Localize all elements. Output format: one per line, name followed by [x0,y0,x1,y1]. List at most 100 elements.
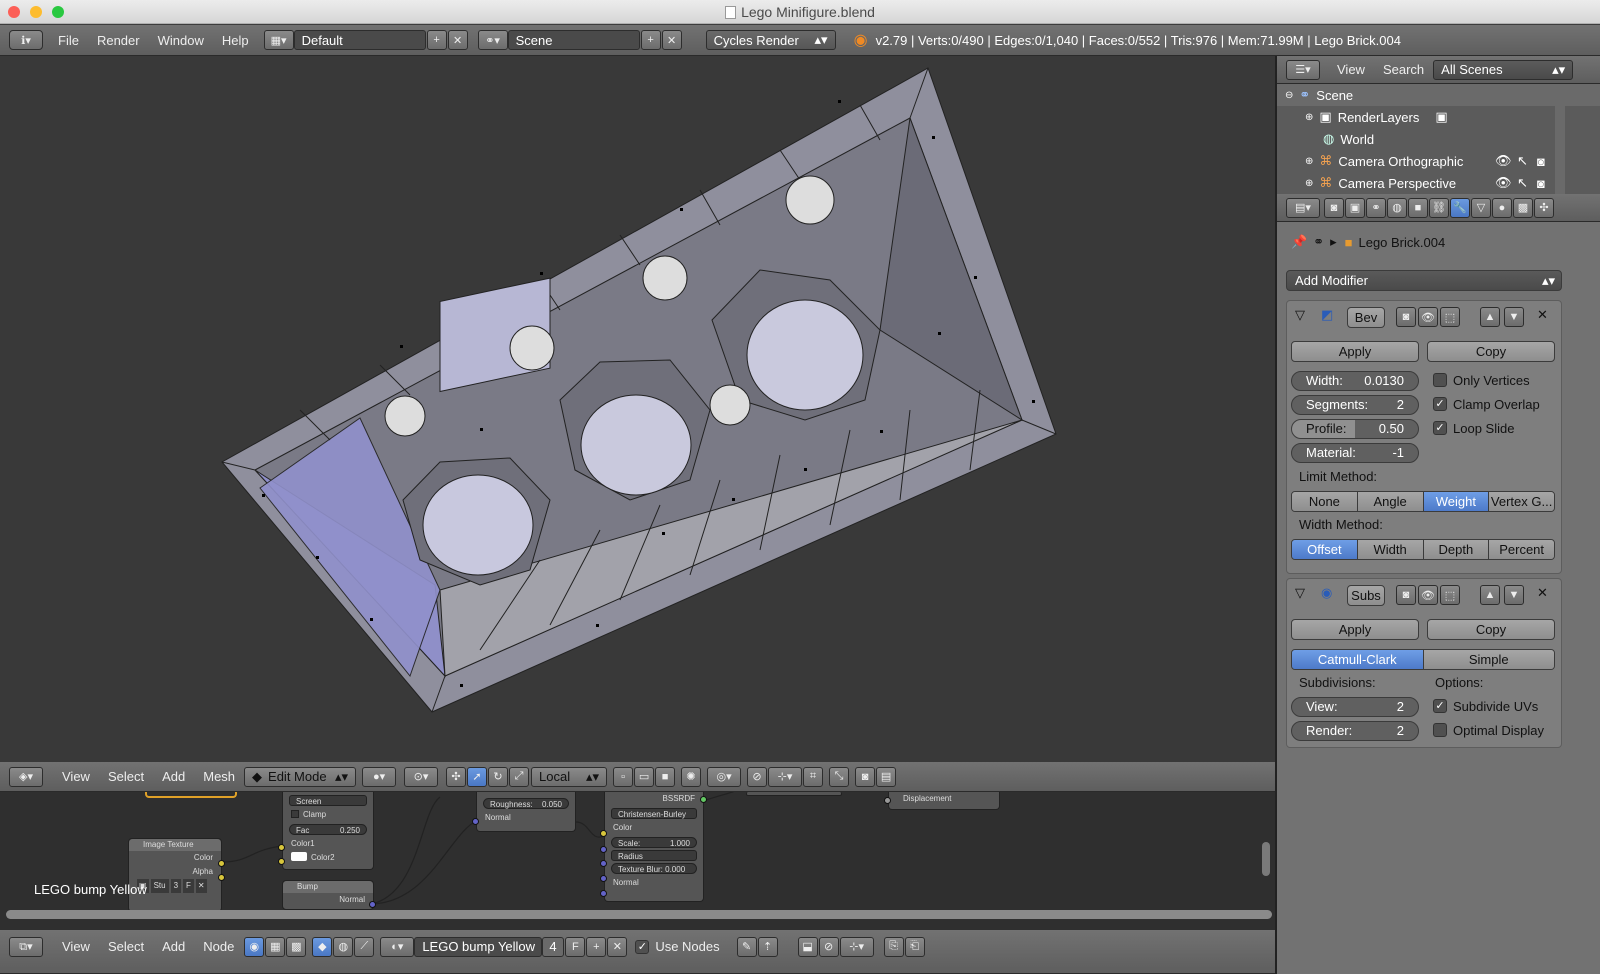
render-tab-icon[interactable]: ◙ [1324,197,1344,218]
image-color-socket[interactable] [218,860,225,867]
width-width-option[interactable]: Width [1357,540,1424,559]
selected-node-fragment[interactable] [145,792,237,798]
bevel-name-field[interactable]: Bev [1347,307,1385,328]
renderlayers-tab-icon[interactable]: ▣ [1345,197,1365,218]
menu-render[interactable]: Render [88,33,149,48]
modifiers-tab-icon[interactable]: 🔧 [1450,197,1470,218]
bevel-copy-button[interactable]: Copy [1427,341,1555,362]
bevel-editmode-toggle-icon[interactable]: ⬚ [1440,307,1460,327]
shading-icon[interactable]: ●▾ [362,766,397,787]
subsurf-viewport-toggle-icon[interactable]: 👁 [1418,585,1438,605]
camera-render-icon[interactable]: ◙ [855,766,876,787]
object-shader-icon[interactable]: ◆ [312,936,333,957]
scale-icon[interactable]: ⤢ [509,766,530,787]
constraints-tab-icon[interactable]: ⛓ [1429,197,1449,218]
limit-weight-option[interactable]: Weight [1423,492,1490,511]
render-preview-icon[interactable]: ⤡ [829,766,850,787]
node-scroll-vertical[interactable] [1262,842,1270,876]
node-scroll-horizontal[interactable] [6,910,1272,919]
loop-slide-checkbox[interactable]: ✓ [1433,421,1447,435]
simple-option[interactable]: Simple [1423,650,1554,669]
camera-persp-select-icon[interactable]: ↖ [1517,175,1528,191]
mix-fac-field[interactable]: Fac 0.250 [289,824,367,835]
menu-add[interactable]: Add [153,769,194,784]
node-mix-rgb[interactable]: Screen Clamp Fac 0.250 Color1 Color2 [282,792,374,870]
edge-select-icon[interactable]: ▭ [634,766,655,787]
node-editor[interactable]: Image Texture Color Alpha ▣ Stu 3 F ✕ Sc… [0,792,1275,930]
screen-layout-icon[interactable]: ▦▾ [263,30,294,50]
bssrdf-scale-field[interactable]: Scale: 1.000 [611,837,697,848]
limit-angle-option[interactable]: Angle [1357,492,1424,511]
line-style-icon[interactable]: ⟋ [354,936,375,957]
bevel-segments-field[interactable]: Segments: 2 [1291,395,1419,415]
occlude-icon[interactable]: ✺ [681,766,702,787]
subsurf-name-field[interactable]: Subs [1347,585,1385,606]
camera-ortho-visibility-icon[interactable]: 👁 [1495,153,1512,169]
add-scene-icon[interactable]: + [640,30,661,50]
outliner-filter-select[interactable]: All Scenes ▴▾ [1433,59,1574,80]
node-bump[interactable]: Bump Normal [282,880,374,910]
limit-method-selector[interactable]: None Angle Weight Vertex G... [1291,491,1555,512]
bssrdf-scale-socket[interactable] [600,846,607,853]
world-shader-icon[interactable]: ◍ [333,936,354,957]
compositing-nodes-icon[interactable]: ▦ [265,936,286,957]
mix-clamp-row[interactable]: Clamp [283,808,373,822]
remove-screen-icon[interactable]: ✕ [447,30,468,50]
orientation-select[interactable]: Local ▴▾ [531,766,608,787]
subsurf-collapse-icon[interactable]: ▽ [1295,585,1305,601]
object-tab-icon[interactable]: ■ [1408,197,1428,218]
bevel-apply-button[interactable]: Apply [1291,341,1419,362]
bevel-material-field[interactable]: Material: -1 [1291,443,1419,463]
bssrdf-falloff-select[interactable]: Christensen-Burley [611,808,697,819]
remove-scene-icon[interactable]: ✕ [661,30,682,50]
subsurf-view-field[interactable]: View: 2 [1291,697,1419,717]
menu-window[interactable]: Window [149,33,213,48]
displacement-socket[interactable] [884,797,891,804]
3d-editor-type-icon[interactable]: ◈▾ [9,766,43,787]
outliner-item-camera-ortho[interactable]: ⊕ ⌘ Camera Orthographic 👁 ↖ ◙ [1277,150,1600,172]
mix-blend-select[interactable]: Screen [289,795,367,806]
subsurf-copy-button[interactable]: Copy [1427,619,1555,640]
bevel-width-field[interactable]: Width: 0.0130 [1291,371,1419,391]
bevel-render-toggle-icon[interactable]: ◙ [1396,307,1416,327]
bevel-collapse-icon[interactable]: ▽ [1295,307,1305,323]
outliner-scrollbar[interactable] [1555,90,1565,210]
subsurf-render-field[interactable]: Render: 2 [1291,721,1419,741]
mode-select[interactable]: ◆ Edit Mode ▴▾ [244,766,357,787]
width-percent-option[interactable]: Percent [1489,540,1554,559]
world-tab-icon[interactable]: ◍ [1387,197,1407,218]
vertex-select-icon[interactable]: ▫ [613,766,634,787]
camera-ortho-select-icon[interactable]: ↖ [1517,153,1528,169]
subsurf-render-toggle-icon[interactable]: ◙ [1396,585,1416,605]
only-vertices-checkbox[interactable] [1433,373,1447,387]
outliner-menu-search[interactable]: Search [1374,62,1433,77]
close-window-button[interactable] [8,6,20,18]
paste-nodes-icon[interactable]: ⎗ [904,936,925,957]
bevel-move-up-icon[interactable]: ▲ [1480,307,1500,327]
snap-target-icon[interactable]: ⌗ [803,766,824,787]
subsurf-remove-icon[interactable]: ✕ [1537,585,1548,601]
node-subsurface[interactable]: BSSRDF Christensen-Burley Color Scale: 1.… [604,792,704,902]
image-open-icon[interactable]: ✕ [195,879,207,893]
bssrdf-blur-socket[interactable] [600,875,607,882]
node-output-fragment[interactable] [746,792,842,796]
outliner-item-scene[interactable]: ⊖ ⚭ Scene [1277,84,1600,106]
width-method-selector[interactable]: Offset Width Depth Percent [1291,539,1555,560]
bssrdf-normal-socket[interactable] [600,890,607,897]
bevel-move-down-icon[interactable]: ▼ [1504,307,1524,327]
minimize-window-button[interactable] [30,6,42,18]
outliner-item-renderlayers[interactable]: ⊕ ▣ RenderLayers ▣ [1277,106,1600,128]
limit-vertex-group-option[interactable]: Vertex G... [1489,492,1554,511]
node-displacement[interactable]: Displacement [888,792,1000,810]
scene-icon[interactable]: ⚭▾ [477,30,508,50]
outliner-item-camera-persp[interactable]: ⊕ ⌘ Camera Perspective 👁 ↖ ◙ [1277,172,1600,194]
pin-context-icon[interactable]: 📌 [1291,234,1307,250]
bssrdf-out-socket[interactable] [700,796,707,803]
subsurf-move-down-icon[interactable]: ▼ [1504,585,1524,605]
node-menu-select[interactable]: Select [99,939,153,954]
texture-nodes-icon[interactable]: ▩ [286,936,307,957]
node-snap-icon[interactable]: ⊘ [818,936,839,957]
proportional-icon[interactable]: ◎▾ [707,766,742,787]
rotate-icon[interactable]: ↻ [488,766,509,787]
optimal-display-checkbox[interactable] [1433,723,1447,737]
